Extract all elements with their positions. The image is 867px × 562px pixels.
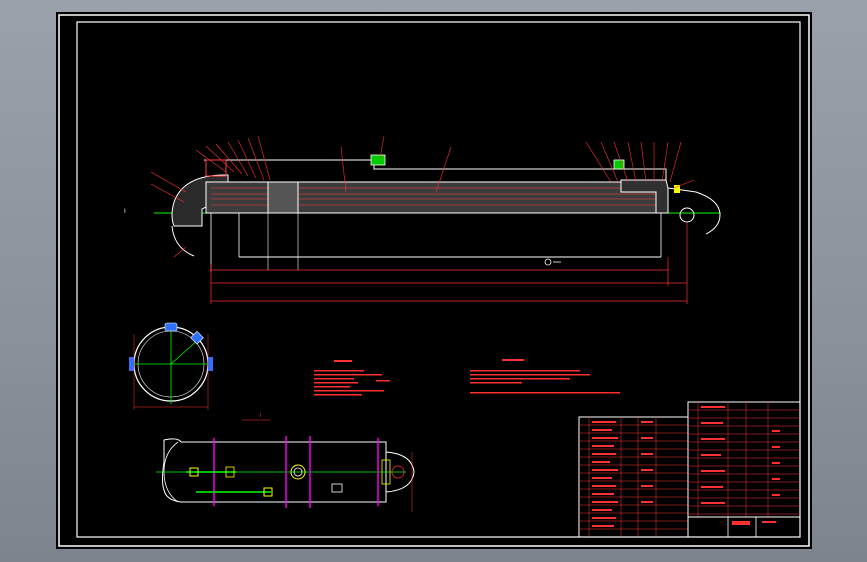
cad-viewport[interactable]: I I — [56, 12, 812, 549]
view-marker-label: I — [260, 413, 261, 419]
cad-drawing: I I — [58, 14, 810, 547]
top-view: I — [156, 413, 415, 512]
rod-eye — [679, 207, 695, 223]
section-marker-label: I — [124, 208, 126, 215]
technical-notes-left — [314, 360, 390, 396]
title-block — [687, 401, 801, 538]
cylinder-main-view: I — [124, 135, 721, 304]
technical-notes-right — [470, 359, 620, 394]
outer-frame — [58, 14, 810, 547]
inner-frame — [76, 21, 801, 538]
parts-list — [578, 416, 689, 538]
piston-section — [267, 181, 299, 214]
end-view — [129, 322, 213, 410]
